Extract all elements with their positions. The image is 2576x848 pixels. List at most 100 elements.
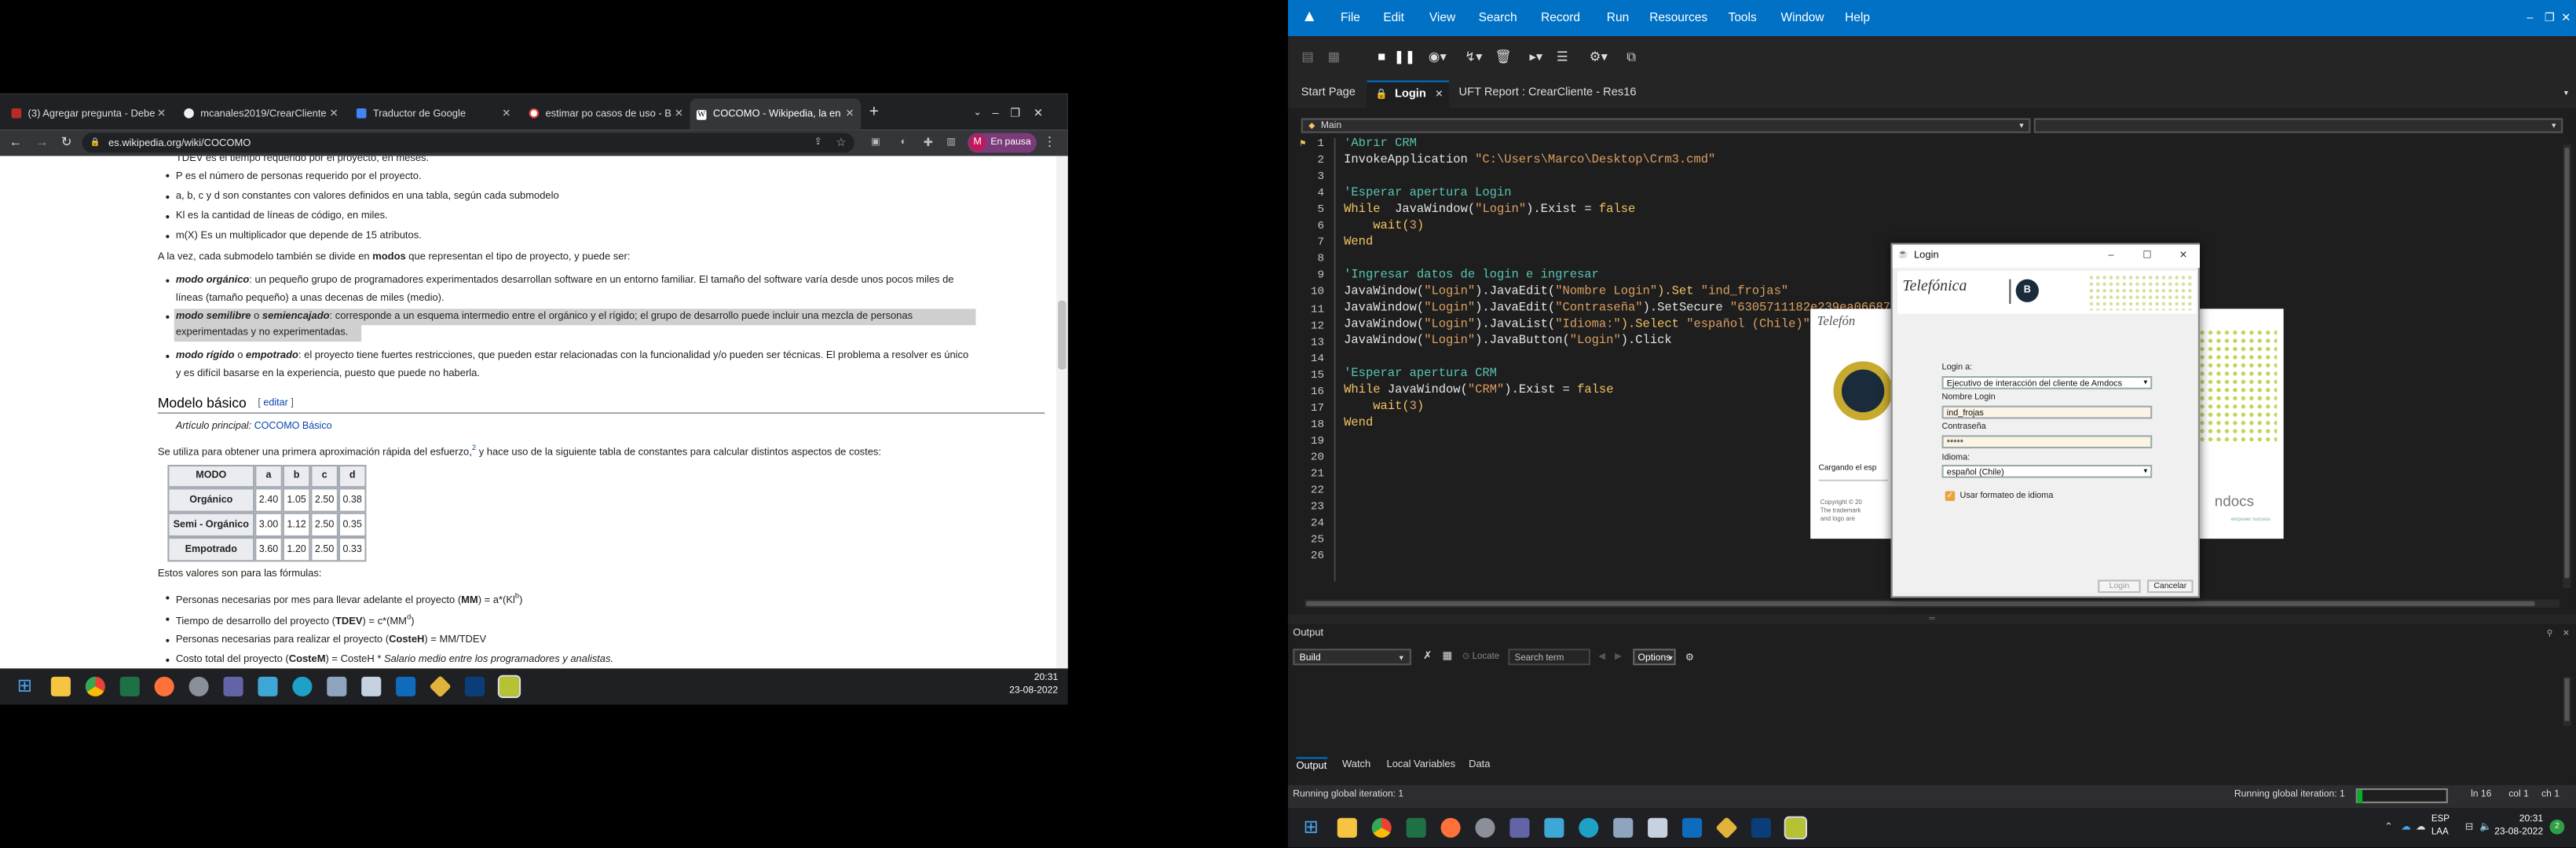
close-tab-icon[interactable]: ✕ [675,107,683,120]
tab-data[interactable]: Data [1469,758,1490,770]
menu-edit[interactable]: Edit [1383,10,1404,25]
tab-start-page[interactable]: Start Page [1301,87,1356,99]
run-from-step-icon[interactable]: ▸▾ [1521,48,1551,68]
share-icon[interactable]: ⇪ [811,137,825,150]
file-explorer-icon[interactable] [50,676,71,696]
list-icon[interactable]: ☰ [1553,48,1572,68]
clear-output-icon[interactable]: ✗ [1419,650,1436,665]
notepad-icon[interactable] [1544,817,1564,838]
notes-icon[interactable] [1784,816,1808,839]
format-checkbox[interactable]: ✓ [1945,491,1956,501]
login-button[interactable]: Login [2098,579,2141,594]
teams-icon[interactable] [223,676,243,696]
box-icon[interactable] [1613,817,1634,838]
browser-tab[interactable]: mcanales2019/CrearCliente ✕ [177,97,345,130]
options-button[interactable]: Options ▾ [1633,649,1676,666]
gear-icon[interactable]: ⚙▾ [1584,48,1614,68]
snip-icon[interactable] [361,676,382,696]
build-select[interactable]: Build ▾ [1293,649,1411,666]
menu-view[interactable]: View [1429,10,1455,25]
box-icon[interactable] [327,676,347,696]
new-test-icon[interactable]: ▤ [1298,48,1318,68]
edge-icon[interactable] [292,676,313,696]
password-field[interactable]: ***** [1941,435,2153,448]
maximize-icon[interactable]: ☐ [2137,248,2157,265]
menu-run[interactable]: Run [1607,10,1629,25]
outlook-icon[interactable] [396,676,416,696]
teams-icon[interactable] [1509,817,1530,838]
language-indicator[interactable]: ESP LAA [2431,813,2454,843]
login-a-select[interactable]: Ejecutivo de interacción del cliente de … [1941,376,2153,389]
menu-search[interactable]: Search [1479,10,1517,25]
menu-record[interactable]: Record [1541,10,1580,25]
function-selector[interactable]: ▾ [2033,118,2563,133]
next-arrow-icon[interactable]: ▶ [1612,650,1625,665]
close-tab-icon[interactable]: ✕ [330,107,338,120]
reload-icon[interactable]: ↻ [56,131,77,152]
excel-icon[interactable] [119,676,140,696]
browser-tab-active[interactable]: W COCOMO - Wikipedia, la enc ✕ [690,98,862,130]
prev-arrow-icon[interactable]: ◀ [1595,650,1608,665]
firefox-icon[interactable] [154,676,174,696]
tab-output[interactable]: Output [1296,757,1327,772]
chrome-icon[interactable] [1371,817,1392,838]
record-icon[interactable]: ◉▾ [1423,48,1453,68]
close-window-icon[interactable]: ✕ [1028,104,1048,123]
cloud-icon[interactable]: ☁ [2413,821,2428,835]
star-icon[interactable]: ☆ [835,137,848,150]
new-tab-button[interactable]: + [864,102,884,125]
chrome-icon[interactable] [85,676,105,696]
cancel-button[interactable]: Cancelar [2147,579,2194,594]
notes-icon[interactable] [497,674,521,699]
firefox-icon[interactable] [1440,817,1461,838]
scrollbar-thumb[interactable] [1058,300,1067,370]
tab-login[interactable]: 🔒 Login ✕ [1367,80,1449,109]
edge-icon[interactable] [1579,817,1599,838]
close-window-icon[interactable]: ✕ [2556,8,2576,27]
puzzle-icon[interactable]: ✚ [920,135,936,152]
restore-icon[interactable]: ❐ [1005,104,1025,123]
chevron-up-icon[interactable]: ⌃ [2382,821,2395,835]
uft-icon[interactable] [464,676,485,696]
menu-resources[interactable]: Resources [1649,10,1707,25]
outlook-icon[interactable] [1682,817,1703,838]
step-icon[interactable]: ↯▾ [1459,48,1489,68]
menu-help[interactable]: Help [1845,10,1870,25]
menu-file[interactable]: File [1341,10,1360,25]
app-icon[interactable] [429,675,452,698]
sidepanel-icon[interactable]: ▥ [943,135,960,152]
menu-window[interactable]: Window [1781,10,1824,25]
forward-arrow-icon[interactable]: → [31,131,53,152]
excel-icon[interactable] [1406,817,1426,838]
chevron-down-icon[interactable]: ▾ [2560,87,2573,101]
pin-icon[interactable]: ⚲ [2543,627,2556,641]
locate-button[interactable]: ⊙ Locate [1462,652,1499,663]
notification-badge[interactable]: 2 [2549,819,2565,835]
minimize-icon[interactable]: – [2520,8,2540,27]
chevron-down-icon[interactable]: ⌄ [969,104,986,123]
search-term-input[interactable]: Search term [1508,649,1590,666]
network-icon[interactable]: ⊟ [2463,821,2476,835]
object-spy-icon[interactable]: ⧉ [1622,48,1641,68]
kebab-menu-icon[interactable]: ⋮ [1041,135,1058,152]
extension-icon[interactable]: ▣ [867,135,884,152]
file-explorer-icon[interactable] [1337,817,1357,838]
minimize-icon[interactable]: – [986,104,1005,123]
page-scrollbar[interactable] [1056,155,1068,669]
tab-watch[interactable]: Watch [1342,758,1370,770]
notepad-icon[interactable] [258,676,278,696]
snip-icon[interactable] [1648,817,1668,838]
output-settings-icon[interactable]: ⚙ [1682,650,1697,665]
pause-icon[interactable]: ❚❚ [1393,48,1415,68]
windows-start-icon[interactable]: ⊞ [15,677,35,696]
tab-uft-report[interactable]: UFT Report : CrearCliente - Res16 [1459,87,1637,99]
close-icon[interactable]: ✕ [2560,627,2573,641]
stop-icon[interactable]: ■ [1372,48,1392,68]
settings-icon[interactable] [1475,817,1495,838]
action-selector[interactable]: ◆ Main ▾ [1301,118,2031,133]
minimize-icon[interactable]: – [2101,248,2120,265]
extension-icon[interactable]: ◐ [895,135,912,152]
clear-icon[interactable]: 🗑 [1493,48,1513,68]
browser-tab[interactable]: estimar po casos de uso - B ✕ [522,97,690,130]
edit-section-link[interactable]: [ editar ] [258,399,293,409]
